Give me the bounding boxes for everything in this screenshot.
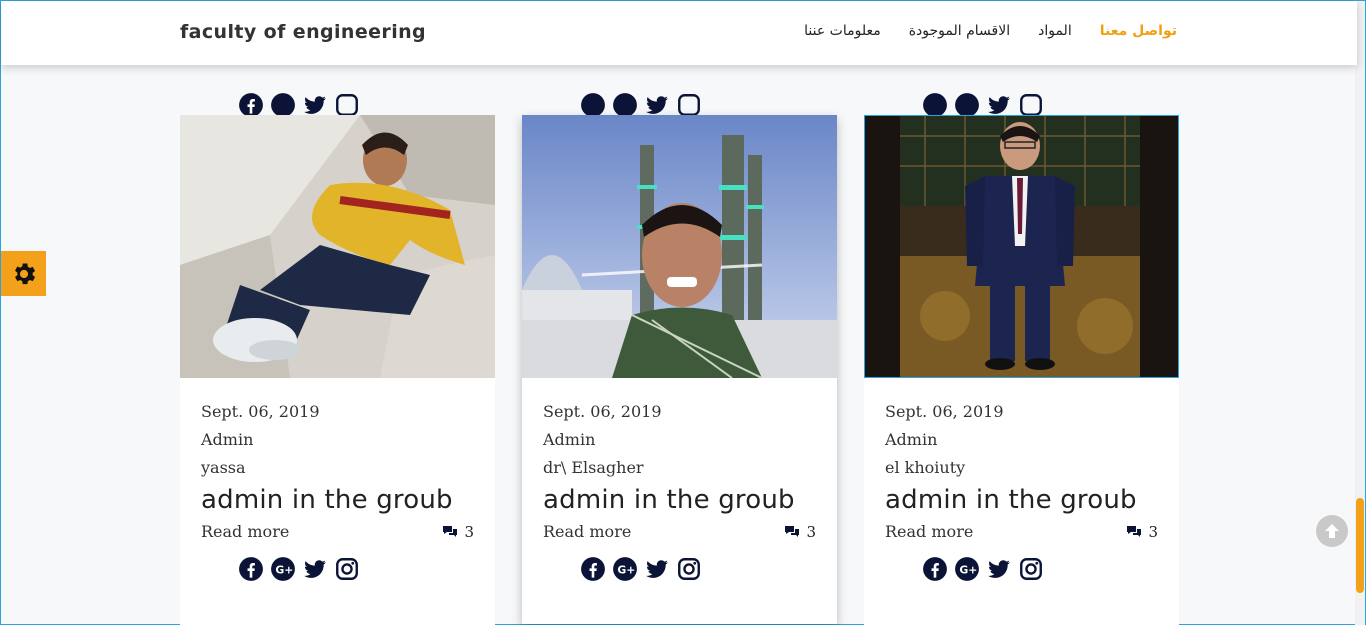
comments-number: 3 [806,522,816,541]
comments-count[interactable]: 3 [442,523,474,541]
post-title[interactable]: admin in the groub [201,482,474,518]
instagram-icon[interactable] [675,555,703,583]
post-card: Sept. 06, 2019 Admin yassa admin in the … [180,93,495,625]
instagram-icon[interactable] [333,555,361,583]
arrow-up-circle-icon [1325,524,1339,538]
google-plus-icon[interactable]: G+ [269,555,297,583]
post-author[interactable]: Admin [885,426,1158,454]
scroll-top-button[interactable] [1316,515,1348,547]
social-icons: G+ [237,555,361,583]
post-card: Sept. 06, 2019 Admin dr\ Elsagher admin … [522,93,837,624]
post-name: dr\ Elsagher [543,458,644,477]
page-scrollbar[interactable] [1355,1,1365,625]
post-date: Sept. 06, 2019 [201,402,320,421]
nav-link-about[interactable]: معلومات عننا [804,23,881,39]
twitter-icon[interactable] [985,555,1013,583]
post-name: el khoiuty [885,458,966,477]
comments-count[interactable]: 3 [1126,523,1158,541]
post-author[interactable]: Admin [201,426,474,454]
post-body: Sept. 06, 2019 Admin dr\ Elsagher admin … [543,398,816,541]
nav-link-contact[interactable]: تواصل معنا [1100,23,1177,39]
post-image[interactable] [522,115,837,378]
social-icons: G+ [921,555,1045,583]
social-icons: G+ [579,555,703,583]
gear-icon [14,263,35,284]
facebook-icon[interactable] [579,555,607,583]
comments-icon [443,526,458,537]
post-body: Sept. 06, 2019 Admin yassa admin in the … [201,398,474,541]
twitter-icon[interactable] [643,555,671,583]
settings-button[interactable] [1,251,46,296]
brand-logo[interactable]: faculty of engineering [180,21,426,43]
google-plus-icon[interactable]: G+ [953,555,981,583]
facebook-icon[interactable] [237,555,265,583]
post-date: Sept. 06, 2019 [543,402,662,421]
facebook-icon[interactable] [921,555,949,583]
read-more-link[interactable]: Read more [885,522,973,541]
comments-icon [785,526,800,537]
google-plus-icon[interactable]: G+ [611,555,639,583]
comments-number: 3 [464,522,474,541]
scrollbar-thumb[interactable] [1356,498,1364,593]
post-card: Sept. 06, 2019 Admin el khoiuty admin in… [864,93,1179,625]
post-title[interactable]: admin in the groub [885,482,1158,518]
post-body: Sept. 06, 2019 Admin el khoiuty admin in… [885,398,1158,541]
read-more-link[interactable]: Read more [201,522,289,541]
svg-text:G+: G+ [617,563,635,576]
nav-link-departments[interactable]: الاقسام الموجودة [909,23,1010,39]
svg-text:G+: G+ [959,563,977,576]
post-author[interactable]: Admin [543,426,816,454]
page-content: Sept. 06, 2019 Admin yassa admin in the … [1,1,1366,625]
post-date: Sept. 06, 2019 [885,402,1004,421]
post-title[interactable]: admin in the groub [543,482,816,518]
nav-links: تواصل معنا المواد الاقسام الموجودة معلوم… [804,23,1177,39]
post-name: yassa [201,458,246,477]
twitter-icon[interactable] [301,555,329,583]
nav-link-subjects[interactable]: المواد [1038,23,1072,39]
comments-count[interactable]: 3 [784,523,816,541]
instagram-icon[interactable] [1017,555,1045,583]
top-navbar: faculty of engineering تواصل معنا المواد… [1,1,1357,65]
post-image[interactable] [180,115,495,378]
comments-number: 3 [1148,522,1158,541]
comments-icon [1127,526,1142,537]
post-image[interactable] [864,115,1179,378]
svg-text:G+: G+ [275,563,293,576]
read-more-link[interactable]: Read more [543,522,631,541]
